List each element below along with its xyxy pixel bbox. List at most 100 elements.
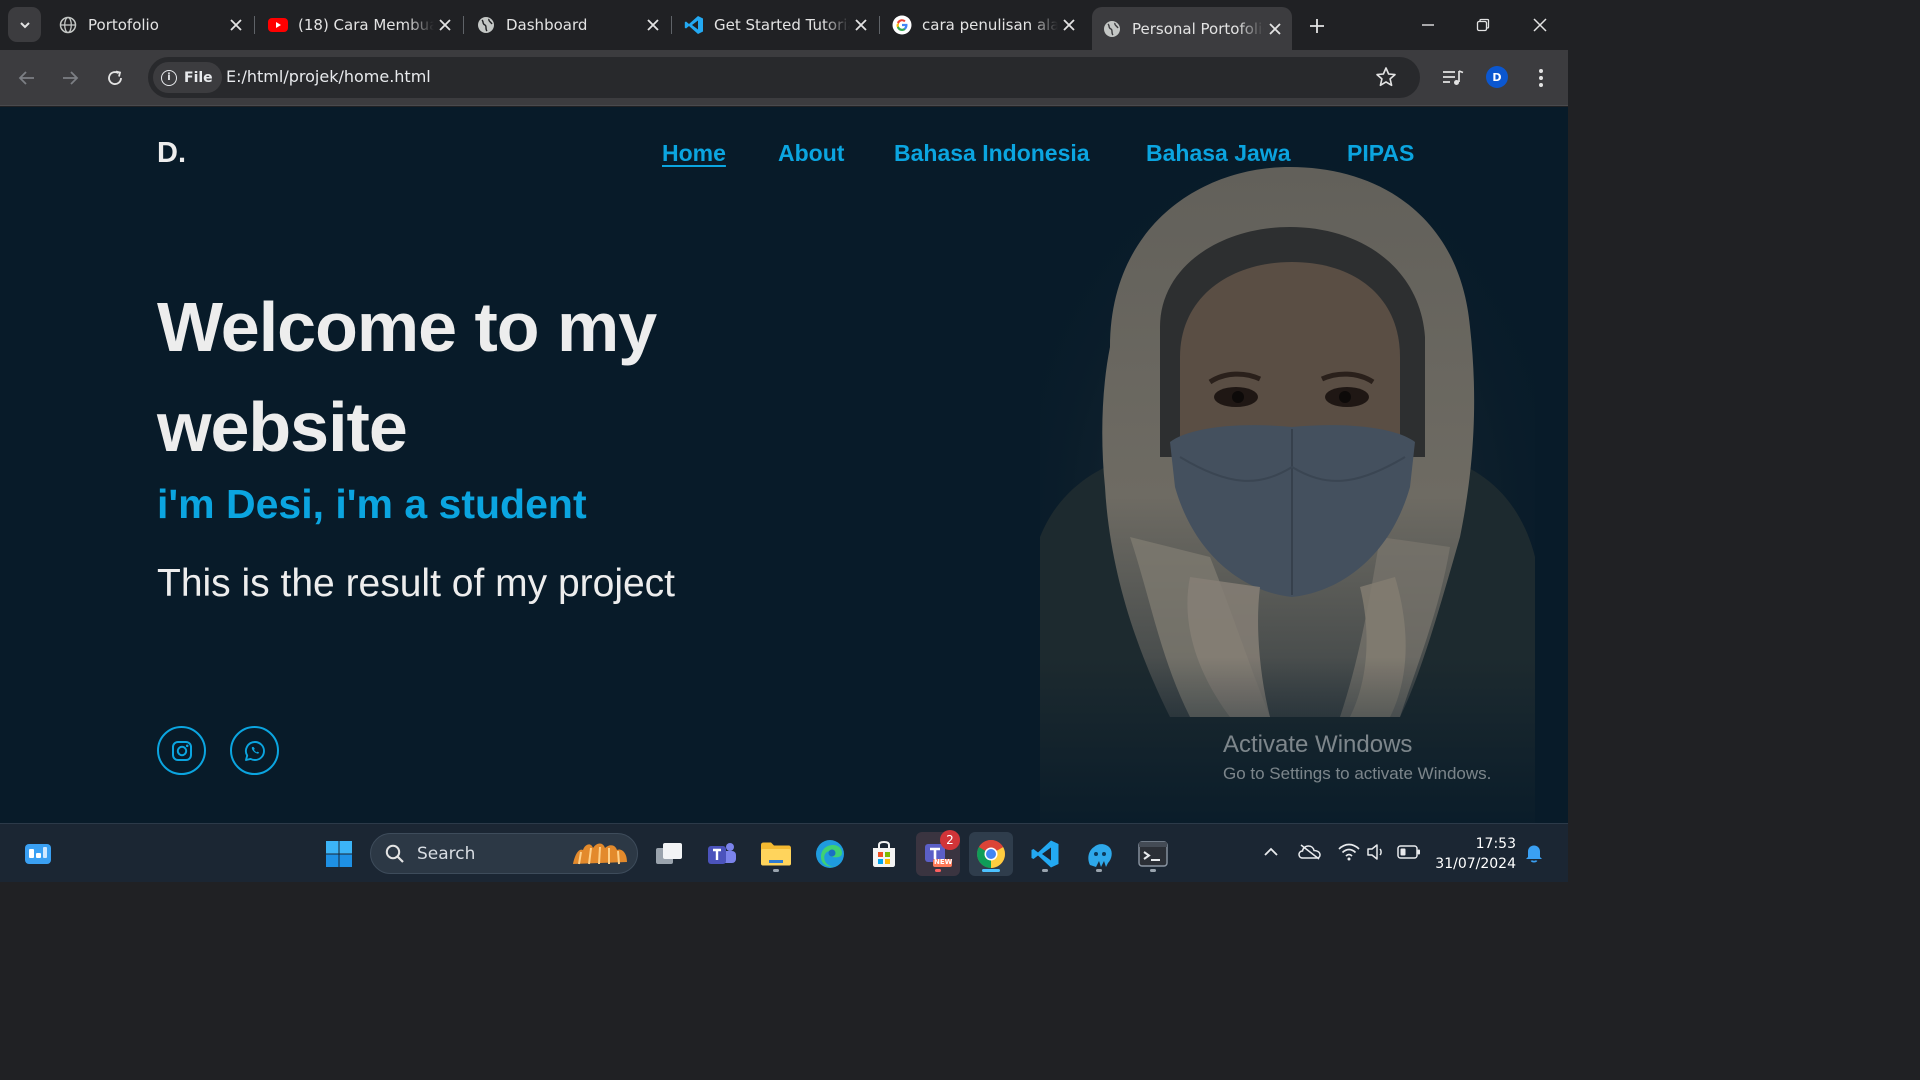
taskbar-terminal[interactable] <box>1131 832 1175 876</box>
whatsapp-button[interactable] <box>230 726 279 775</box>
tab-separator <box>254 16 255 34</box>
tab-title: (18) Cara Membuat <box>298 16 434 34</box>
tab-title: Personal Portofolio <box>1132 19 1264 38</box>
back-button[interactable] <box>11 62 43 94</box>
tab-title: Get Started Tutorial <box>714 16 850 34</box>
bookmark-star-icon[interactable] <box>1375 66 1397 88</box>
taskbar-edge[interactable] <box>808 832 852 876</box>
battery-tray[interactable] <box>1396 842 1422 862</box>
terminal-icon <box>1138 841 1168 867</box>
running-indicator <box>773 869 779 872</box>
close-icon[interactable] <box>1264 18 1286 40</box>
taskbar-search-box[interactable]: Search <box>370 833 638 874</box>
tab-title: Dashboard <box>506 16 588 34</box>
taskbar-vscode[interactable] <box>1023 832 1067 876</box>
info-icon: i <box>161 69 177 86</box>
vscode-icon <box>684 15 704 35</box>
watermark-title: Activate Windows <box>1223 731 1413 758</box>
running-indicator <box>935 869 941 872</box>
vscode-icon <box>1031 840 1059 868</box>
new-label: NEW <box>934 858 953 866</box>
onedrive-tray[interactable] <box>1298 842 1322 862</box>
speaker-icon <box>1367 844 1382 860</box>
watermark-subtitle: Go to Settings to activate Windows. <box>1223 764 1492 783</box>
youtube-icon <box>268 15 288 35</box>
show-hidden-icons-button[interactable] <box>1262 842 1280 862</box>
taskbar-teams-chat[interactable] <box>700 832 744 876</box>
new-tab-button[interactable] <box>1303 12 1331 40</box>
tab-youtube[interactable]: (18) Cara Membuat <box>258 7 464 43</box>
close-icon[interactable] <box>1058 14 1080 36</box>
close-icon[interactable] <box>225 14 247 36</box>
tab-search-button[interactable] <box>8 7 41 42</box>
task-view-icon <box>656 843 682 864</box>
taskbar: Search 2 NEW 17:53 31/07/2024 <box>0 823 1568 882</box>
chrome-icon <box>977 840 1005 868</box>
instagram-button[interactable] <box>157 726 206 775</box>
running-indicator <box>1096 869 1102 872</box>
tab-personal-portofolio[interactable]: Personal Portofolio <box>1092 7 1292 50</box>
tab-google[interactable]: cara penulisan alamat <box>882 7 1086 43</box>
taskbar-microsoft-store[interactable] <box>862 832 906 876</box>
minimize-button[interactable] <box>1413 10 1443 40</box>
address-bar[interactable]: i File E:/html/projek/home.html <box>148 57 1420 98</box>
close-icon[interactable] <box>850 14 872 36</box>
close-icon[interactable] <box>642 14 664 36</box>
minimize-icon <box>1422 24 1434 26</box>
profile-portrait-image <box>1040 157 1535 823</box>
globe-icon <box>476 15 496 35</box>
media-control-button[interactable] <box>1439 64 1467 92</box>
start-button[interactable] <box>317 832 361 876</box>
profile-avatar[interactable]: D <box>1486 66 1508 88</box>
nav-link-home[interactable]: Home <box>662 140 726 167</box>
browser-toolbar: i File E:/html/projek/home.html <box>0 50 1568 106</box>
instagram-icon <box>171 740 192 761</box>
store-icon <box>873 840 895 867</box>
url-text: E:/html/projek/home.html <box>226 67 431 86</box>
taskbar-search-placeholder: Search <box>417 843 476 864</box>
taskbar-app[interactable] <box>1077 832 1121 876</box>
reload-button[interactable] <box>99 62 131 94</box>
teams-chat-icon <box>708 843 736 864</box>
chevron-down-icon <box>19 21 30 28</box>
menu-button[interactable] <box>1527 64 1555 92</box>
system-clock[interactable]: 17:53 31/07/2024 <box>1430 834 1516 874</box>
tab-dashboard[interactable]: Dashboard <box>466 7 672 43</box>
site-logo[interactable]: D. <box>157 137 186 170</box>
chevron-up-icon <box>1264 847 1278 856</box>
tab-title: cara penulisan alamat <box>922 16 1058 34</box>
forward-button[interactable] <box>54 62 86 94</box>
hero-description: This is the result of my project <box>157 562 676 605</box>
close-window-button[interactable] <box>1525 10 1555 40</box>
search-icon <box>385 844 404 863</box>
arrow-right-icon <box>63 71 79 85</box>
tab-title: Portofolio <box>88 16 159 34</box>
nav-link-about[interactable]: About <box>778 140 844 167</box>
tab-portofolio[interactable]: Portofolio <box>48 7 255 43</box>
arrow-left-icon <box>18 71 34 85</box>
restore-button[interactable] <box>1468 10 1498 40</box>
taskbar-chrome[interactable] <box>969 832 1013 876</box>
page-viewport: D. Home About Bahasa Indonesia Bahasa Ja… <box>0 107 1568 823</box>
close-icon[interactable] <box>434 14 456 36</box>
tab-separator <box>463 16 464 34</box>
edge-icon <box>816 840 844 868</box>
running-indicator <box>1150 869 1156 872</box>
windows-activation-watermark: Activate Windows Go to Settings to activ… <box>1223 731 1491 784</box>
whatsapp-icon <box>244 740 265 761</box>
task-view-button[interactable] <box>647 832 691 876</box>
wifi-tray[interactable] <box>1338 842 1360 862</box>
site-info-chip[interactable]: i File <box>153 62 222 93</box>
volume-tray[interactable] <box>1366 842 1388 862</box>
clock-time: 17:53 <box>1475 836 1516 852</box>
search-highlight-icon <box>573 843 627 865</box>
tab-strip: Portofolio (18) Cara Membuat Dashboard G… <box>0 0 1568 50</box>
globe-icon <box>1102 19 1122 39</box>
notifications-button[interactable] <box>1522 842 1546 864</box>
windows-start-icon <box>326 841 352 867</box>
widgets-button[interactable] <box>16 832 60 876</box>
taskbar-teams-new[interactable]: 2 NEW <box>916 830 960 876</box>
close-icon <box>1533 18 1547 32</box>
tab-vscode[interactable]: Get Started Tutorial <box>674 7 880 43</box>
taskbar-file-explorer[interactable] <box>754 832 798 876</box>
